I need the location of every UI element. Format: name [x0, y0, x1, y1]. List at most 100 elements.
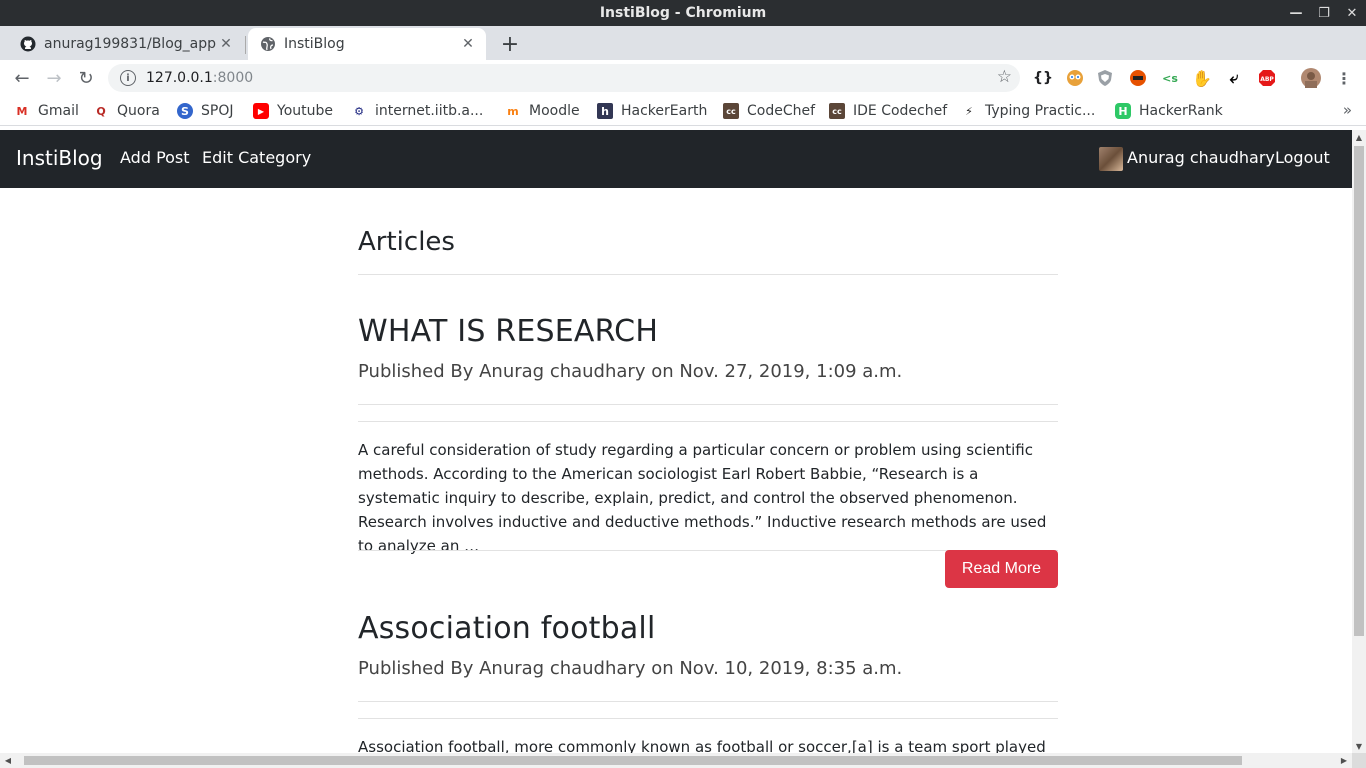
bookmark-gmail[interactable]: M Gmail: [14, 101, 79, 121]
close-icon[interactable]: ✕: [458, 36, 478, 52]
bookmark-spoj[interactable]: S SPOJ: [177, 101, 233, 121]
bookmark-label: HackerRank: [1139, 103, 1223, 119]
tab-instiblog[interactable]: InstiBlog ✕: [248, 28, 486, 60]
divider: [358, 718, 1058, 719]
horizontal-scrollbar[interactable]: ◀ ▶: [0, 753, 1352, 768]
bookmark-moodle[interactable]: m Moodle: [505, 101, 580, 121]
globe-icon: [260, 36, 276, 52]
page-title: Articles: [358, 227, 455, 257]
codechef-icon: cc: [723, 103, 739, 119]
hand-extension-icon[interactable]: ✋: [1192, 68, 1212, 88]
divider: [358, 404, 1058, 405]
site-navbar: InstiBlog Add Post Edit Category Anurag …: [0, 130, 1352, 188]
tab-strip: anurag199831/Blog_app ✕ InstiBlog ✕ +: [0, 26, 1366, 60]
divider: [358, 701, 1058, 702]
code-extension-icon[interactable]: <s: [1160, 68, 1180, 88]
bookmark-youtube[interactable]: ▶ Youtube: [253, 101, 333, 121]
reload-icon[interactable]: ↻: [72, 64, 100, 92]
owl-extension-icon[interactable]: [1065, 68, 1085, 88]
nav-add-post[interactable]: Add Post: [120, 148, 190, 167]
scroll-down-arrow-icon[interactable]: ▼: [1352, 739, 1366, 753]
adblock-plus-icon[interactable]: ABP: [1257, 68, 1277, 88]
scroll-left-arrow-icon[interactable]: ◀: [0, 753, 16, 768]
url-host: 127.0.0.1: [146, 70, 213, 86]
circle-extension-icon[interactable]: [1128, 68, 1148, 88]
scrollbar-thumb[interactable]: [1354, 146, 1364, 636]
bookmark-codechef[interactable]: cc CodeChef: [723, 101, 815, 121]
bookmark-label: IDE Codechef: [853, 103, 948, 119]
bookmark-hackerrank[interactable]: H HackerRank: [1115, 101, 1223, 121]
bookmark-quora[interactable]: Q Quora: [93, 101, 160, 121]
bookmark-ide-codechef[interactable]: cc IDE Codechef: [829, 101, 947, 121]
youtube-icon: ▶: [253, 103, 269, 119]
address-bar[interactable]: i 127.0.0.1:8000 ☆: [108, 64, 1020, 92]
close-window-icon[interactable]: ✕: [1338, 0, 1366, 26]
divider: [358, 274, 1058, 275]
maximize-icon[interactable]: ❐: [1310, 0, 1338, 26]
post-title: Association football: [358, 611, 656, 646]
bird-extension-icon[interactable]: ⤶: [1224, 68, 1244, 88]
browser-toolbar: ← → ↻ i 127.0.0.1:8000 ☆ {} <s ✋ ⤶ ABP ⋮: [0, 60, 1366, 96]
bookmarks-bar: M Gmail Q Quora S SPOJ ▶ Youtube ⚙ internet.i…: [0, 96, 1366, 126]
bookmark-label: Youtube: [277, 103, 333, 119]
scroll-right-arrow-icon[interactable]: ▶: [1336, 753, 1352, 768]
nav-user-name[interactable]: Anurag chaudhary: [1127, 148, 1275, 167]
more-bookmarks-chevron-icon[interactable]: »: [1343, 101, 1352, 119]
url-port: :8000: [212, 70, 254, 86]
bolt-icon: ⚡: [965, 104, 973, 118]
back-arrow-icon[interactable]: ←: [8, 64, 36, 92]
user-avatar: [1099, 147, 1123, 171]
bookmark-label: Gmail: [38, 103, 79, 119]
post-meta: Published By Anurag chaudhary on Nov. 27…: [358, 361, 903, 382]
forward-arrow-icon[interactable]: →: [40, 64, 68, 92]
window-title: InstiBlog - Chromium: [599, 5, 767, 21]
info-icon[interactable]: i: [120, 70, 136, 86]
spoj-icon: S: [177, 103, 193, 119]
post-excerpt: Association football, more commonly know…: [358, 738, 1046, 753]
bookmark-label: SPOJ: [201, 103, 234, 119]
bookmark-label: Typing Practic...: [985, 103, 1096, 119]
bookmark-label: Moodle: [529, 103, 580, 119]
bookmark-star-icon[interactable]: ☆: [997, 67, 1012, 87]
moodle-icon: m: [507, 104, 519, 118]
scrollbar-corner: [1352, 753, 1366, 768]
read-more-button[interactable]: Read More: [945, 550, 1058, 588]
shield-extension-icon[interactable]: [1095, 68, 1115, 88]
bookmark-label: internet.iitb.a...: [375, 103, 484, 119]
bookmark-label: CodeChef: [747, 103, 816, 119]
bookmark-typing-practice[interactable]: ⚡ Typing Practic...: [961, 101, 1095, 121]
profile-avatar-icon[interactable]: [1301, 68, 1321, 88]
svg-text:ABP: ABP: [1260, 76, 1274, 83]
post-meta: Published By Anurag chaudhary on Nov. 10…: [358, 658, 903, 679]
page-viewport: InstiBlog Add Post Edit Category Anurag …: [0, 130, 1352, 753]
codechef-icon: cc: [829, 103, 845, 119]
close-icon[interactable]: ✕: [216, 36, 236, 52]
window-controls: — ❐ ✕: [1282, 0, 1366, 26]
vertical-scrollbar[interactable]: ▲ ▼: [1352, 130, 1366, 753]
bookmark-hackerearth[interactable]: h HackerEarth: [597, 101, 707, 121]
nav-logout[interactable]: Logout: [1275, 148, 1330, 167]
github-icon: [20, 36, 36, 52]
hackerearth-icon: h: [597, 103, 613, 119]
tab-title: InstiBlog: [284, 36, 345, 52]
bookmark-label: Quora: [117, 103, 160, 119]
divider: [358, 421, 1058, 422]
json-viewer-extension-icon[interactable]: {}: [1033, 68, 1053, 88]
minimize-icon[interactable]: —: [1282, 0, 1310, 26]
new-tab-plus-icon[interactable]: +: [496, 30, 524, 58]
site-brand[interactable]: InstiBlog: [16, 146, 103, 170]
menu-kebab-icon[interactable]: ⋮: [1334, 68, 1354, 88]
tab-divider: [245, 36, 246, 54]
bookmark-iitb[interactable]: ⚙ internet.iitb.a...: [351, 101, 483, 121]
tab-title: anurag199831/Blog_app: [44, 36, 216, 52]
scrollbar-thumb[interactable]: [24, 756, 1242, 765]
window-titlebar: InstiBlog - Chromium — ❐ ✕: [0, 0, 1366, 26]
post-title: WHAT IS RESEARCH: [358, 314, 659, 349]
scroll-up-arrow-icon[interactable]: ▲: [1352, 130, 1366, 144]
tab-github[interactable]: anurag199831/Blog_app ✕: [8, 28, 244, 60]
nav-edit-category[interactable]: Edit Category: [202, 148, 311, 167]
quora-icon: Q: [96, 104, 106, 118]
iitb-icon: ⚙: [354, 104, 364, 118]
gmail-icon: M: [16, 104, 28, 118]
post-excerpt: A careful consideration of study regardi…: [358, 441, 1047, 555]
